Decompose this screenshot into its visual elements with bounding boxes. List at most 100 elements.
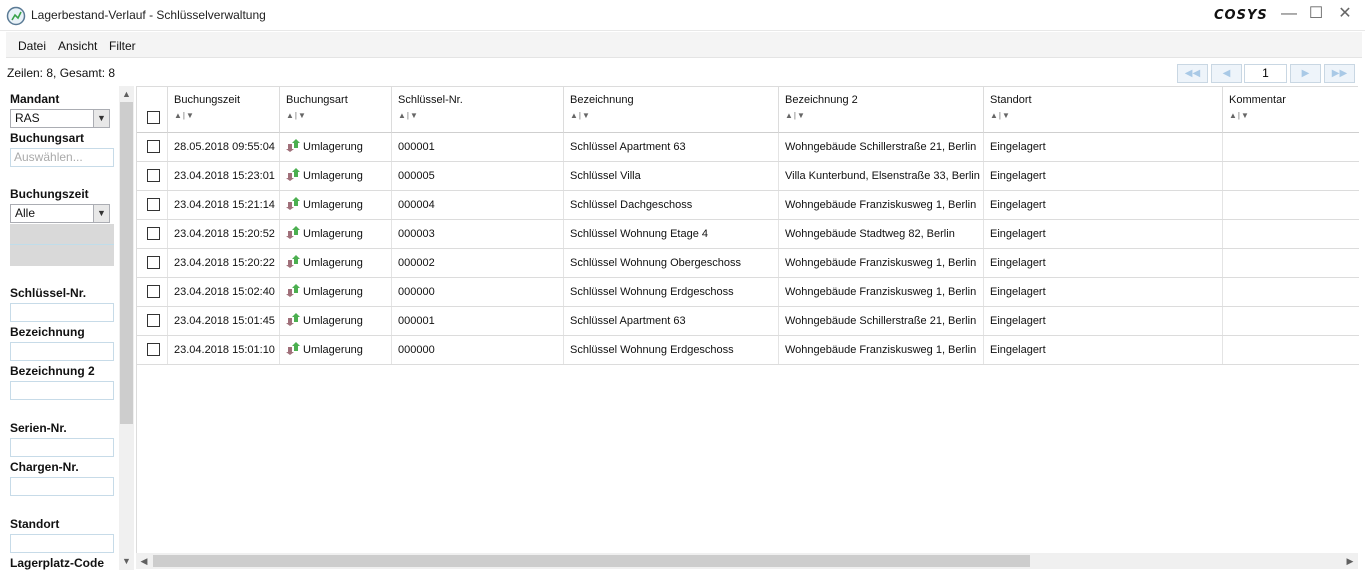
row-checkbox[interactable] bbox=[147, 285, 160, 298]
col-header-schluessel[interactable]: Schlüssel-Nr. ▲|▼ bbox=[392, 87, 564, 133]
scroll-down-icon[interactable]: ▼ bbox=[119, 554, 134, 568]
row-checkbox[interactable] bbox=[147, 343, 160, 356]
maximize-button[interactable]: ☐ bbox=[1305, 3, 1327, 25]
standort-input[interactable] bbox=[10, 534, 114, 553]
sort-icon[interactable]: ▲|▼ bbox=[286, 111, 307, 120]
select-all-checkbox[interactable] bbox=[147, 111, 160, 124]
cell-kommentar bbox=[1223, 133, 1359, 161]
page-number[interactable]: 1 bbox=[1244, 64, 1287, 83]
cell-buchungszeit: 23.04.2018 15:01:10 bbox=[168, 336, 280, 364]
sort-icon[interactable]: ▲|▼ bbox=[398, 111, 419, 120]
mandant-select[interactable]: RAS ▼ bbox=[10, 109, 110, 128]
buchungsart-text: Umlagerung bbox=[303, 141, 363, 153]
cell-schluessel-nr: 000002 bbox=[392, 249, 564, 277]
menu-ansicht[interactable]: Ansicht bbox=[58, 39, 97, 53]
transfer-arrows-icon bbox=[286, 168, 300, 182]
sort-icon[interactable]: ▲|▼ bbox=[570, 111, 591, 120]
table-row[interactable]: 23.04.2018 15:01:10 Umlagerung 000000 Schlü… bbox=[137, 336, 1359, 365]
scroll-thumb[interactable] bbox=[120, 102, 133, 424]
row-checkbox[interactable] bbox=[147, 314, 160, 327]
cell-schluessel-nr: 000003 bbox=[392, 220, 564, 248]
date-range-box[interactable] bbox=[10, 224, 114, 266]
prev-page-button[interactable]: ◀ bbox=[1211, 64, 1242, 83]
sort-icon[interactable]: ▲|▼ bbox=[785, 111, 806, 120]
filter-scrollbar[interactable]: ▲ ▼ bbox=[119, 86, 134, 570]
cell-standort: Eingelagert bbox=[984, 336, 1223, 364]
chargen-input[interactable] bbox=[10, 477, 114, 496]
row-select-cell bbox=[137, 249, 168, 277]
sort-icon[interactable]: ▲|▼ bbox=[174, 111, 195, 120]
cell-kommentar bbox=[1223, 307, 1359, 335]
serien-input[interactable] bbox=[10, 438, 114, 457]
transfer-arrows-icon bbox=[286, 197, 300, 211]
cell-standort: Eingelagert bbox=[984, 278, 1223, 306]
transfer-arrows-icon bbox=[286, 313, 300, 327]
transfer-arrows-icon bbox=[286, 342, 300, 356]
menu-filter[interactable]: Filter bbox=[109, 39, 136, 53]
next-page-button[interactable]: ▶ bbox=[1290, 64, 1321, 83]
close-button[interactable]: ✕ bbox=[1334, 3, 1356, 25]
cell-bezeichnung2: Wohngebäude Franziskusweg 1, Berlin bbox=[779, 336, 984, 364]
title-bar: Lagerbestand-Verlauf - Schlüsselverwaltu… bbox=[0, 0, 1365, 31]
col-header-standort[interactable]: Standort ▲|▼ bbox=[984, 87, 1223, 133]
buchungszeit-value: Alle bbox=[15, 206, 36, 220]
cell-bezeichnung: Schlüssel Wohnung Obergeschoss bbox=[564, 249, 779, 277]
table-row[interactable]: 23.04.2018 15:21:14 Umlagerung 000004 Schlü… bbox=[137, 191, 1359, 220]
col-header-bezeichnung2[interactable]: Bezeichnung 2 ▲|▼ bbox=[779, 87, 984, 133]
table-row[interactable]: 23.04.2018 15:01:45 Umlagerung 000001 Schlü… bbox=[137, 307, 1359, 336]
cell-standort: Eingelagert bbox=[984, 191, 1223, 219]
schluessel-input[interactable] bbox=[10, 303, 114, 322]
cell-kommentar bbox=[1223, 191, 1359, 219]
col-header-kommentar[interactable]: Kommentar ▲|▼ bbox=[1223, 87, 1359, 133]
bezeichnung2-input[interactable] bbox=[10, 381, 114, 400]
row-select-cell bbox=[137, 220, 168, 248]
col-header-buchungszeit[interactable]: Buchungszeit ▲|▼ bbox=[168, 87, 280, 133]
menu-datei[interactable]: Datei bbox=[18, 39, 46, 53]
table-row[interactable]: 23.04.2018 15:20:52 Umlagerung 000003 Schlü… bbox=[137, 220, 1359, 249]
select-all-header bbox=[137, 87, 168, 133]
horizontal-scrollbar[interactable]: ◀ ▶ bbox=[136, 553, 1358, 569]
bezeichnung-label: Bezeichnung bbox=[10, 325, 85, 339]
cell-buchungsart: Umlagerung bbox=[280, 133, 392, 161]
row-checkbox[interactable] bbox=[147, 198, 160, 211]
row-checkbox[interactable] bbox=[147, 169, 160, 182]
row-checkbox[interactable] bbox=[147, 256, 160, 269]
scroll-left-icon[interactable]: ◀ bbox=[136, 553, 152, 569]
cell-kommentar bbox=[1223, 220, 1359, 248]
table-row[interactable]: 23.04.2018 15:23:01 Umlagerung 000005 Schlü… bbox=[137, 162, 1359, 191]
sort-icon[interactable]: ▲|▼ bbox=[990, 111, 1011, 120]
h-scroll-thumb[interactable] bbox=[153, 555, 1030, 567]
cell-buchungszeit: 23.04.2018 15:02:40 bbox=[168, 278, 280, 306]
filter-panel: Mandant RAS ▼ Buchungsart Auswählen... B… bbox=[6, 86, 118, 570]
buchungsart-text: Umlagerung bbox=[303, 344, 363, 356]
row-select-cell bbox=[137, 336, 168, 364]
first-page-button[interactable]: ◀◀ bbox=[1177, 64, 1208, 83]
buchungsart-text: Umlagerung bbox=[303, 257, 363, 269]
buchungszeit-select[interactable]: Alle ▼ bbox=[10, 204, 110, 223]
row-select-cell bbox=[137, 162, 168, 190]
table-row[interactable]: 23.04.2018 15:02:40 Umlagerung 000000 Schlü… bbox=[137, 278, 1359, 307]
table-row[interactable]: 28.05.2018 09:55:04 Umlagerung 000001 Schlü… bbox=[137, 133, 1359, 162]
cell-bezeichnung: Schlüssel Dachgeschoss bbox=[564, 191, 779, 219]
buchungsart-input[interactable]: Auswählen... bbox=[10, 148, 114, 167]
last-page-button[interactable]: ▶▶ bbox=[1324, 64, 1355, 83]
table-row[interactable]: 23.04.2018 15:20:22 Umlagerung 000002 Schlü… bbox=[137, 249, 1359, 278]
mandant-label: Mandant bbox=[10, 92, 60, 106]
buchungsart-text: Umlagerung bbox=[303, 199, 363, 211]
cell-schluessel-nr: 000004 bbox=[392, 191, 564, 219]
scroll-up-icon[interactable]: ▲ bbox=[119, 87, 134, 101]
bezeichnung-input[interactable] bbox=[10, 342, 114, 361]
cell-schluessel-nr: 000001 bbox=[392, 133, 564, 161]
cell-kommentar bbox=[1223, 336, 1359, 364]
row-select-cell bbox=[137, 133, 168, 161]
minimize-button[interactable]: — bbox=[1278, 3, 1300, 25]
cell-buchungszeit: 23.04.2018 15:01:45 bbox=[168, 307, 280, 335]
cell-standort: Eingelagert bbox=[984, 220, 1223, 248]
scroll-right-icon[interactable]: ▶ bbox=[1342, 553, 1358, 569]
cell-buchungsart: Umlagerung bbox=[280, 162, 392, 190]
col-header-bezeichnung[interactable]: Bezeichnung ▲|▼ bbox=[564, 87, 779, 133]
col-header-buchungsart[interactable]: Buchungsart ▲|▼ bbox=[280, 87, 392, 133]
row-checkbox[interactable] bbox=[147, 227, 160, 240]
row-checkbox[interactable] bbox=[147, 140, 160, 153]
sort-icon[interactable]: ▲|▼ bbox=[1229, 111, 1250, 120]
